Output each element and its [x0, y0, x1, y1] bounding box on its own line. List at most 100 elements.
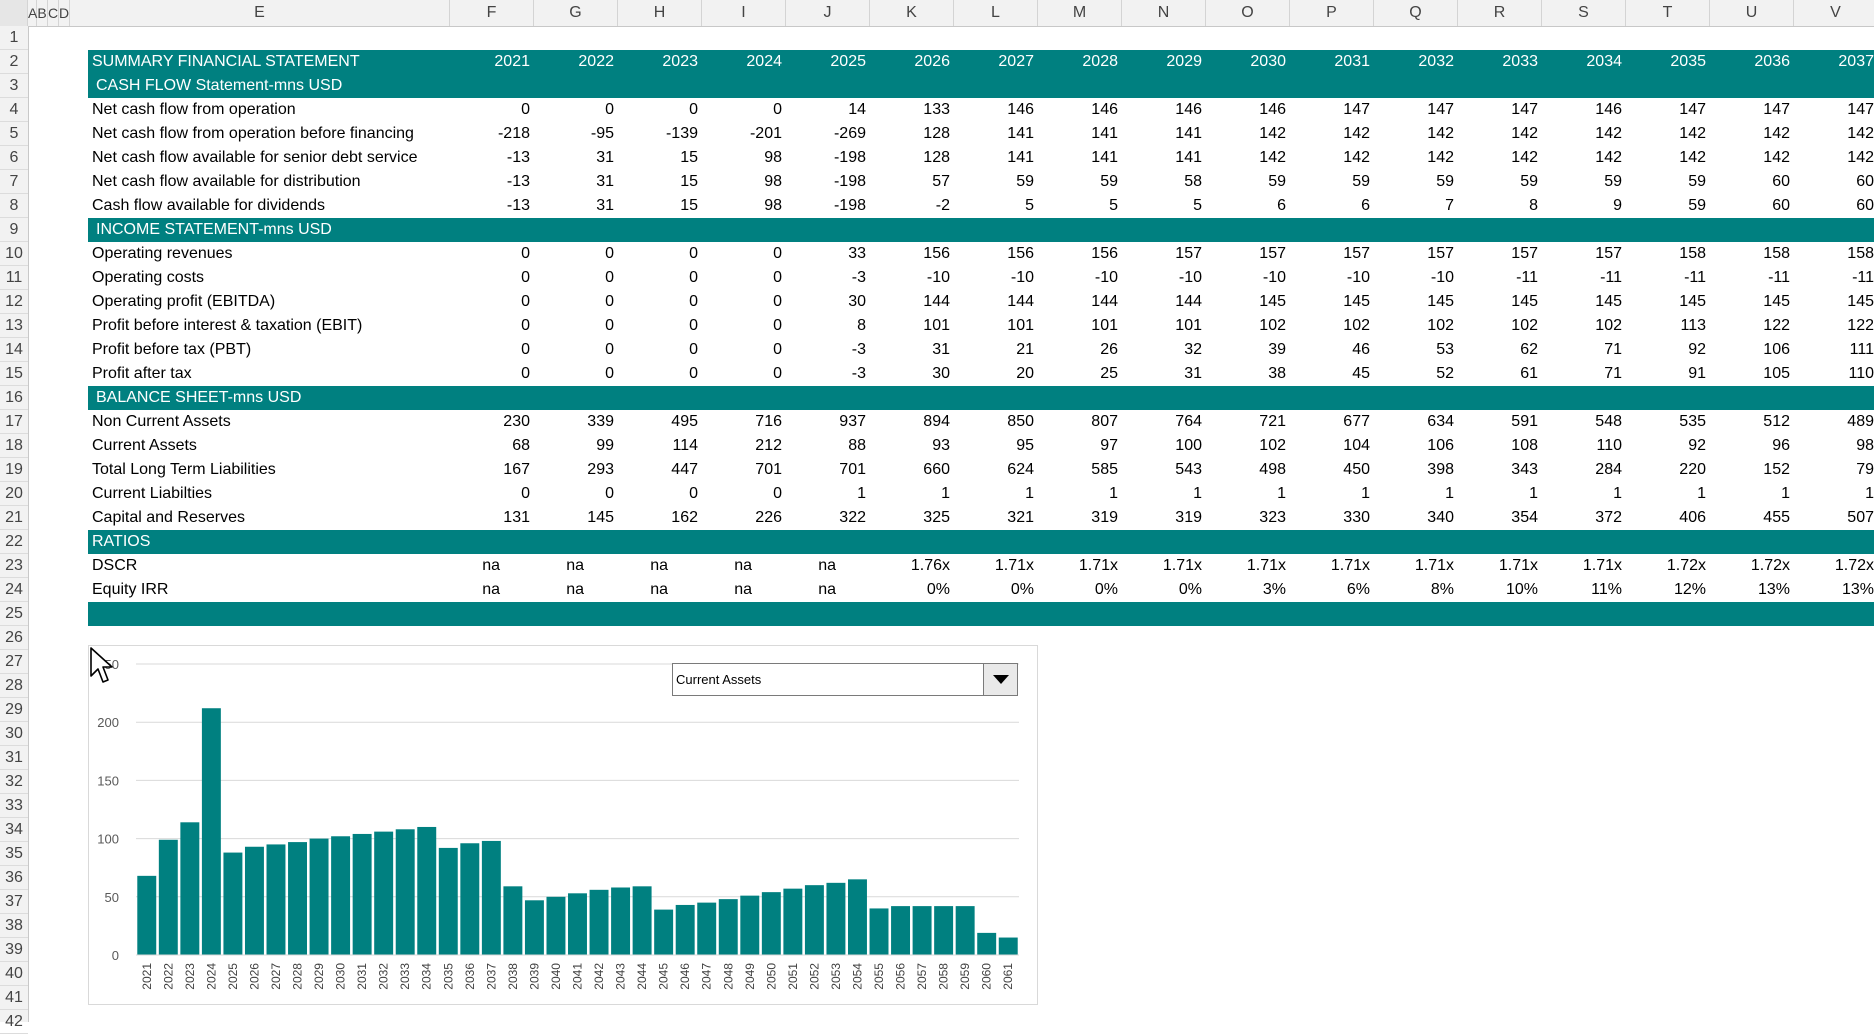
table-cell[interactable]: 634	[1374, 410, 1454, 434]
row-header-1[interactable]: 1	[0, 26, 28, 50]
table-cell[interactable]: 30	[786, 290, 866, 314]
table-cell[interactable]: 101	[1038, 314, 1118, 338]
table-cell[interactable]: 142	[1542, 122, 1622, 146]
metric-dropdown[interactable]: Current Assets	[672, 663, 1018, 696]
year-header-2022[interactable]: 2022	[534, 50, 614, 74]
table-cell[interactable]: 13%	[1710, 578, 1790, 602]
table-cell[interactable]: 1	[1710, 482, 1790, 506]
table-cell[interactable]: 1.72x	[1794, 554, 1874, 578]
table-cell[interactable]: 0	[534, 314, 614, 338]
table-cell[interactable]: 0	[534, 242, 614, 266]
year-header-2028[interactable]: 2028	[1038, 50, 1118, 74]
row-label[interactable]: Operating profit (EBITDA)	[92, 290, 275, 314]
row-header-33[interactable]: 33	[0, 794, 28, 818]
table-cell[interactable]: 57	[870, 170, 950, 194]
table-cell[interactable]: 59	[1626, 194, 1706, 218]
table-cell[interactable]: 1.71x	[1122, 554, 1202, 578]
table-cell[interactable]: 113	[1626, 314, 1706, 338]
row-header-32[interactable]: 32	[0, 770, 28, 794]
row-label[interactable]: Profit before tax (PBT)	[92, 338, 251, 362]
table-cell[interactable]: 0	[618, 314, 698, 338]
table-cell[interactable]: 156	[954, 242, 1034, 266]
row-label[interactable]: Non Current Assets	[92, 410, 231, 434]
table-cell[interactable]: 6	[1206, 194, 1286, 218]
table-cell[interactable]: 158	[1794, 242, 1874, 266]
row-label[interactable]: Profit before interest & taxation (EBIT)	[92, 314, 362, 338]
table-cell[interactable]: na	[420, 578, 500, 602]
table-cell[interactable]: 145	[1794, 290, 1874, 314]
row-header-22[interactable]: 22	[0, 530, 28, 554]
table-cell[interactable]: 230	[450, 410, 530, 434]
table-cell[interactable]: 141	[1122, 146, 1202, 170]
section-title[interactable]: RATIOS	[92, 530, 150, 554]
table-cell[interactable]: na	[672, 554, 752, 578]
table-cell[interactable]: 128	[870, 146, 950, 170]
row-header-15[interactable]: 15	[0, 362, 28, 386]
table-cell[interactable]: 157	[1122, 242, 1202, 266]
table-cell[interactable]: 61	[1458, 362, 1538, 386]
row-label[interactable]: Profit after tax	[92, 362, 192, 386]
table-cell[interactable]: 156	[870, 242, 950, 266]
table-cell[interactable]: 91	[1626, 362, 1706, 386]
table-cell[interactable]: -10	[1038, 266, 1118, 290]
column-header-r[interactable]: R	[1458, 0, 1542, 26]
column-header-d[interactable]: D	[59, 0, 70, 26]
row-header-2[interactable]: 2	[0, 50, 28, 74]
year-header-2033[interactable]: 2033	[1458, 50, 1538, 74]
row-label[interactable]: Current Assets	[92, 434, 197, 458]
row-header-34[interactable]: 34	[0, 818, 28, 842]
table-cell[interactable]: 1.71x	[1290, 554, 1370, 578]
table-cell[interactable]: 406	[1626, 506, 1706, 530]
table-cell[interactable]: 30	[870, 362, 950, 386]
table-cell[interactable]: 39	[1206, 338, 1286, 362]
row-header-23[interactable]: 23	[0, 554, 28, 578]
table-cell[interactable]: 145	[1542, 290, 1622, 314]
year-header-2025[interactable]: 2025	[786, 50, 866, 74]
table-cell[interactable]: 59	[1626, 170, 1706, 194]
table-cell[interactable]: 894	[870, 410, 950, 434]
table-cell[interactable]: 1	[1290, 482, 1370, 506]
table-cell[interactable]: 1	[954, 482, 1034, 506]
table-cell[interactable]: 144	[1122, 290, 1202, 314]
table-cell[interactable]: 14	[786, 98, 866, 122]
spreadsheet[interactable]: ABCDEFGHIJKLMNOPQRSTUV 1 2 3 4 5 6 7 8 9 10 11 12 13…	[0, 0, 1874, 1034]
table-cell[interactable]: 158	[1710, 242, 1790, 266]
table-cell[interactable]: 764	[1122, 410, 1202, 434]
table-cell[interactable]: 677	[1290, 410, 1370, 434]
table-cell[interactable]: 0	[534, 482, 614, 506]
table-cell[interactable]: 8	[786, 314, 866, 338]
table-cell[interactable]: 102	[1458, 314, 1538, 338]
table-cell[interactable]: 807	[1038, 410, 1118, 434]
table-cell[interactable]: 284	[1542, 458, 1622, 482]
year-header-2035[interactable]: 2035	[1626, 50, 1706, 74]
table-cell[interactable]: 142	[1458, 122, 1538, 146]
row-header-40[interactable]: 40	[0, 962, 28, 986]
row-header-37[interactable]: 37	[0, 890, 28, 914]
select-all-corner[interactable]	[0, 0, 28, 26]
year-header-2032[interactable]: 2032	[1374, 50, 1454, 74]
column-header-g[interactable]: G	[534, 0, 618, 26]
table-cell[interactable]: 102	[1290, 314, 1370, 338]
table-cell[interactable]: -10	[870, 266, 950, 290]
table-cell[interactable]: 495	[618, 410, 698, 434]
table-cell[interactable]: 60	[1710, 194, 1790, 218]
table-cell[interactable]: -13	[450, 194, 530, 218]
table-cell[interactable]: 147	[1374, 98, 1454, 122]
table-cell[interactable]: 0	[702, 338, 782, 362]
table-cell[interactable]: 1.72x	[1710, 554, 1790, 578]
table-cell[interactable]: 0	[534, 290, 614, 314]
column-header-b[interactable]: B	[37, 0, 48, 26]
column-header-e[interactable]: E	[70, 0, 450, 26]
table-cell[interactable]: 141	[1038, 146, 1118, 170]
table-cell[interactable]: 21	[954, 338, 1034, 362]
column-header-j[interactable]: J	[786, 0, 870, 26]
row-header-41[interactable]: 41	[0, 986, 28, 1010]
chevron-down-icon[interactable]	[983, 664, 1017, 695]
table-cell[interactable]: 145	[1206, 290, 1286, 314]
table-cell[interactable]: 1.71x	[1542, 554, 1622, 578]
row-header-27[interactable]: 27	[0, 650, 28, 674]
table-cell[interactable]: 1.72x	[1626, 554, 1706, 578]
row-header-10[interactable]: 10	[0, 242, 28, 266]
row-header-25[interactable]: 25	[0, 602, 28, 626]
table-cell[interactable]: 142	[1374, 146, 1454, 170]
